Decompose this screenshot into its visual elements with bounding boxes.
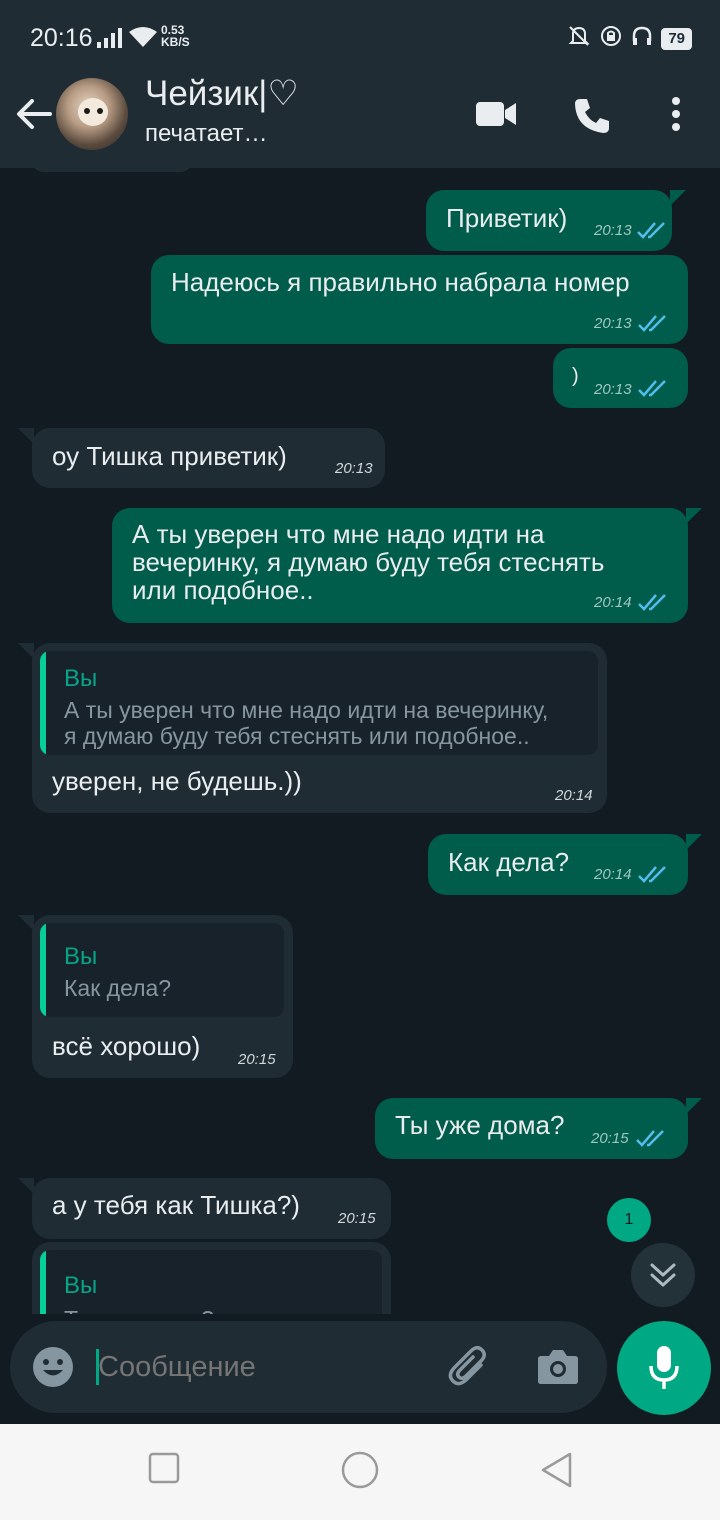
bubble-tail [686, 834, 702, 850]
recents-square-icon[interactable] [148, 1452, 180, 1489]
quote-author: Вы [64, 943, 98, 970]
quoted-message[interactable]: Вы Ты уже дома? [40, 1250, 382, 1314]
wifi-icon [128, 26, 158, 53]
quoted-message[interactable]: Вы Как дела? [40, 923, 284, 1017]
message-text: а у тебя как Тишка?) [52, 1190, 300, 1220]
message-time: 20:15 [591, 1130, 629, 1147]
message-bubble-outgoing[interactable]: ) 20:13 [553, 348, 688, 408]
avatar-eye-left [84, 108, 90, 114]
message-time: 20:13 [594, 315, 632, 332]
chat-header: Чейзик|♡ печатает… [0, 72, 720, 168]
quote-text: Ты уже дома? [64, 1306, 214, 1314]
more-vert-icon[interactable] [670, 96, 682, 140]
message-text: Надеюсь я правильно набрала номер [171, 267, 630, 297]
read-ticks-icon [637, 313, 669, 338]
message-bubble-outgoing[interactable]: А ты уверен что мне надо идти на вечерин… [112, 508, 702, 623]
message-time: 20:14 [594, 866, 632, 883]
avatar-eye-right [97, 108, 103, 114]
message-text: всё хорошо) [52, 1031, 201, 1061]
battery-icon: 79 [661, 27, 692, 50]
read-ticks-icon [637, 864, 669, 889]
bubble-tail [686, 508, 702, 524]
voice-record-button[interactable] [617, 1321, 711, 1415]
message-bubble-incoming-reply[interactable]: Вы Ты уже дома? [32, 1242, 391, 1314]
message-text: Приветик) [446, 203, 568, 233]
quoted-message[interactable]: Вы А ты уверен что мне надо идти на вече… [40, 651, 598, 755]
message-bubble-incoming[interactable]: а у тебя как Тишка?) 20:15 [18, 1178, 391, 1239]
bubble-tail [18, 643, 34, 659]
quote-author: Вы [64, 1272, 98, 1299]
bubble-tail [18, 1178, 34, 1194]
message-time: 20:15 [238, 1051, 276, 1068]
quote-bar [40, 651, 46, 755]
message-composer [10, 1321, 607, 1413]
message-bubble-outgoing[interactable]: Надеюсь я правильно набрала номер 20:13 [151, 255, 688, 344]
message-input[interactable] [98, 1343, 418, 1391]
mute-bell-icon [567, 24, 591, 53]
avatar[interactable] [56, 78, 128, 150]
phone-icon[interactable] [572, 96, 612, 140]
quote-bar [40, 1250, 46, 1314]
quote-text: А ты уверен что мне надо идти на вечерин… [64, 697, 549, 749]
signal-icon [97, 28, 123, 53]
avatar-face [78, 98, 108, 126]
message-time: 20:14 [555, 787, 593, 804]
bubble-tail [18, 428, 34, 444]
message-bubble-outgoing[interactable]: Приветик) 20:13 [426, 190, 686, 251]
bubble-tail [670, 190, 686, 206]
message-bubble-outgoing[interactable]: Как дела? 20:14 [428, 834, 702, 895]
status-bar: 20:16 0.53 KB/S 79 [0, 0, 720, 72]
net-speed-unit: KB/S [161, 35, 190, 49]
message-time: 20:13 [594, 222, 632, 239]
video-call-icon[interactable] [474, 96, 518, 140]
message-text: Ты уже дома? [395, 1110, 565, 1140]
bubble-tail [18, 915, 34, 931]
message-time: 20:14 [594, 594, 632, 611]
emoji-icon[interactable] [32, 1346, 74, 1393]
system-nav-bar [0, 1424, 720, 1520]
message-bubble-incoming[interactable]: оу Тишка приветик) 20:13 [18, 428, 385, 488]
message-text: Как дела? [448, 847, 570, 877]
attach-icon[interactable] [447, 1345, 493, 1396]
scroll-to-bottom-button[interactable] [631, 1243, 695, 1307]
contact-name[interactable]: Чейзик|♡ [145, 74, 299, 114]
message-text: уверен, не будешь.)) [52, 766, 302, 796]
status-icons: 79 [567, 24, 692, 53]
microphone-icon [649, 1345, 679, 1396]
net-speed: 0.53 KB/S [161, 24, 190, 48]
message-text: ) [572, 365, 579, 387]
quote-author: Вы [64, 665, 98, 692]
message-time: 20:13 [594, 381, 632, 398]
status-time: 20:16 [30, 24, 93, 52]
battery-level: 79 [668, 29, 685, 47]
unread-count-badge[interactable]: 1 [607, 1198, 651, 1242]
camera-icon[interactable] [537, 1347, 579, 1390]
read-ticks-icon [635, 1128, 667, 1153]
headphones-icon [631, 25, 653, 52]
read-ticks-icon [637, 592, 669, 617]
message-time: 20:13 [335, 460, 373, 477]
message-time: 20:15 [338, 1210, 376, 1227]
message-bubble-outgoing[interactable]: Ты уже дома? 20:15 [375, 1098, 702, 1159]
back-triangle-icon[interactable] [540, 1452, 572, 1493]
bubble-tail [686, 1098, 702, 1114]
quote-bar [40, 923, 46, 1017]
message-text: оу Тишка приветик) [52, 441, 287, 471]
message-bubble-incoming-reply[interactable]: Вы А ты уверен что мне надо идти на вече… [18, 643, 607, 813]
chat-area[interactable]: Приветик) 20:13 Надеюсь я правильно набр… [0, 168, 720, 1314]
quote-text: Как дела? [64, 975, 172, 1001]
read-ticks-icon [637, 378, 669, 403]
message-bubble-partial [32, 168, 192, 172]
contact-status: печатает… [145, 120, 268, 147]
message-text: А ты уверен что мне надо идти на вечерин… [132, 519, 605, 605]
home-circle-icon[interactable] [341, 1451, 379, 1494]
double-chevron-down-icon [650, 1261, 676, 1294]
message-bubble-incoming-reply[interactable]: Вы Как дела? всё хорошо) 20:15 [18, 915, 293, 1078]
alarm-lock-icon [599, 24, 623, 53]
read-ticks-icon [636, 220, 668, 245]
back-arrow-icon[interactable] [14, 94, 54, 134]
